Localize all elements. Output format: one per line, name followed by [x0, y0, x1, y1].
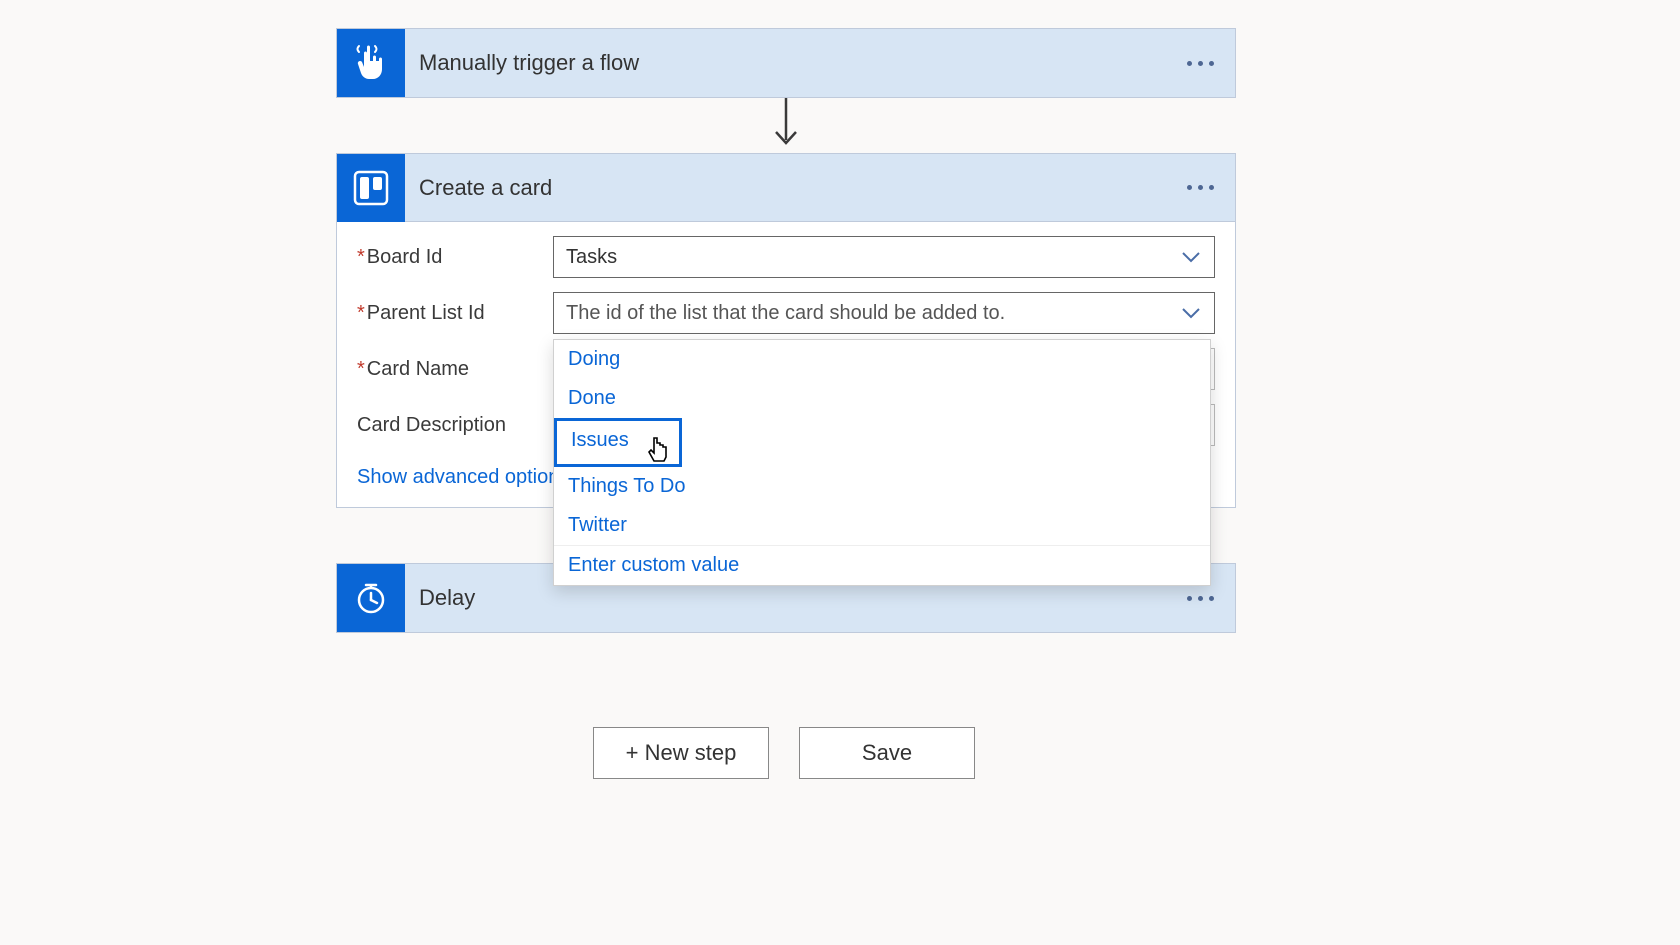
chevron-down-icon: [1178, 300, 1204, 326]
select-board-id[interactable]: Tasks: [553, 236, 1215, 278]
chevron-down-icon: [1178, 244, 1204, 270]
dropdown-option-twitter[interactable]: Twitter: [554, 506, 1210, 545]
save-button[interactable]: Save: [799, 727, 975, 779]
step-create-card-header[interactable]: Create a card: [337, 154, 1235, 222]
select-parent-list-id[interactable]: The id of the list that the card should …: [553, 292, 1215, 334]
new-step-button[interactable]: + New step: [593, 727, 769, 779]
trello-icon: [337, 154, 405, 222]
dropdown-option-issues[interactable]: Issues: [554, 418, 682, 467]
dropdown-option-custom[interactable]: Enter custom value: [554, 545, 1210, 585]
step-trigger[interactable]: Manually trigger a flow: [336, 28, 1236, 98]
step-create-card-menu[interactable]: [1175, 168, 1225, 208]
connector-arrow: [336, 98, 1236, 153]
ellipsis-icon: [1187, 596, 1214, 601]
step-trigger-header[interactable]: Manually trigger a flow: [337, 29, 1235, 97]
dropdown-option-issues-wrap: Issues: [554, 418, 1210, 467]
manual-trigger-icon: [337, 29, 405, 97]
delay-icon: [337, 564, 405, 632]
ellipsis-icon: [1187, 61, 1214, 66]
dropdown-option-things-to-do[interactable]: Things To Do: [554, 467, 1210, 506]
step-delay-title: Delay: [405, 585, 1175, 611]
label-card-name: *Card Name: [357, 358, 553, 381]
select-parent-list-id-placeholder: The id of the list that the card should …: [566, 302, 1005, 325]
dropdown-option-done[interactable]: Done: [554, 379, 1210, 418]
ellipsis-icon: [1187, 185, 1214, 190]
label-parent-list-id: *Parent List Id: [357, 302, 553, 325]
field-row-board-id: *Board Id Tasks: [357, 236, 1215, 278]
label-board-id: *Board Id: [357, 246, 553, 269]
field-row-parent-list-id: *Parent List Id The id of the list that …: [357, 292, 1215, 334]
label-card-description: Card Description: [357, 414, 553, 437]
footer-buttons: + New step Save: [593, 727, 975, 779]
step-trigger-menu[interactable]: [1175, 43, 1225, 83]
dropdown-option-doing[interactable]: Doing: [554, 340, 1210, 379]
parent-list-dropdown[interactable]: Doing Done Issues Things To Do Twitter E…: [553, 339, 1211, 586]
select-board-id-value: Tasks: [566, 246, 617, 269]
step-create-card-title: Create a card: [405, 175, 1175, 201]
step-trigger-title: Manually trigger a flow: [405, 50, 1175, 76]
